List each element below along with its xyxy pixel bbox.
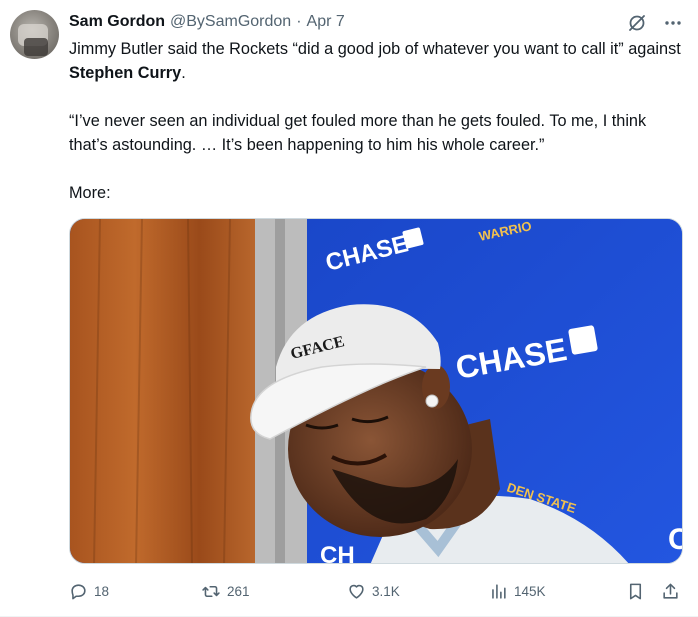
- views-count: 145K: [514, 583, 546, 599]
- reply-icon: [69, 582, 88, 601]
- media-image[interactable]: CHASE WARRIO CHASE DEN STATE CH C: [69, 218, 683, 564]
- tweet-header: Sam Gordon @BySamGordon · Apr 7: [69, 11, 345, 33]
- retweet-icon: [201, 582, 221, 601]
- action-bar: 18 261 3.1K 145K: [69, 578, 683, 604]
- tweet[interactable]: Sam Gordon @BySamGordon · Apr 7 Jimmy Bu…: [0, 0, 698, 617]
- views-button[interactable]: 145K: [489, 578, 546, 604]
- reply-count: 18: [94, 583, 110, 599]
- like-count: 3.1K: [372, 583, 400, 599]
- bookmark-icon: [626, 582, 645, 601]
- reply-button[interactable]: 18: [69, 578, 109, 604]
- more-icon[interactable]: [662, 12, 684, 34]
- retweet-count: 261: [227, 583, 250, 599]
- author-handle[interactable]: @BySamGordon: [170, 13, 291, 31]
- bookmark-button[interactable]: [626, 578, 645, 604]
- backdrop-text-3: CH: [320, 542, 355, 564]
- grok-icon[interactable]: [626, 12, 648, 34]
- retweet-button[interactable]: 261: [201, 578, 250, 604]
- earring: [425, 394, 439, 408]
- tweet-text: Jimmy Butler said the Rockets “did a goo…: [69, 37, 681, 205]
- separator-dot: ·: [296, 13, 302, 30]
- tweet-more: More:: [69, 184, 111, 202]
- mention-stephen-curry: Stephen Curry: [69, 64, 182, 82]
- share-button[interactable]: [661, 578, 680, 604]
- tweet-paragraph-1: Jimmy Butler said the Rockets “did a goo…: [69, 40, 681, 82]
- heart-icon: [347, 582, 366, 601]
- tweet-date[interactable]: Apr 7: [307, 13, 345, 31]
- views-icon: [489, 582, 508, 601]
- author-name[interactable]: Sam Gordon: [69, 13, 165, 31]
- like-button[interactable]: 3.1K: [347, 578, 400, 604]
- top-icons: [626, 12, 684, 34]
- share-icon: [661, 582, 680, 601]
- avatar[interactable]: [10, 10, 59, 59]
- tweet-quote: “I’ve never seen an individual get foule…: [69, 112, 647, 154]
- backdrop-text-4: C: [668, 523, 683, 556]
